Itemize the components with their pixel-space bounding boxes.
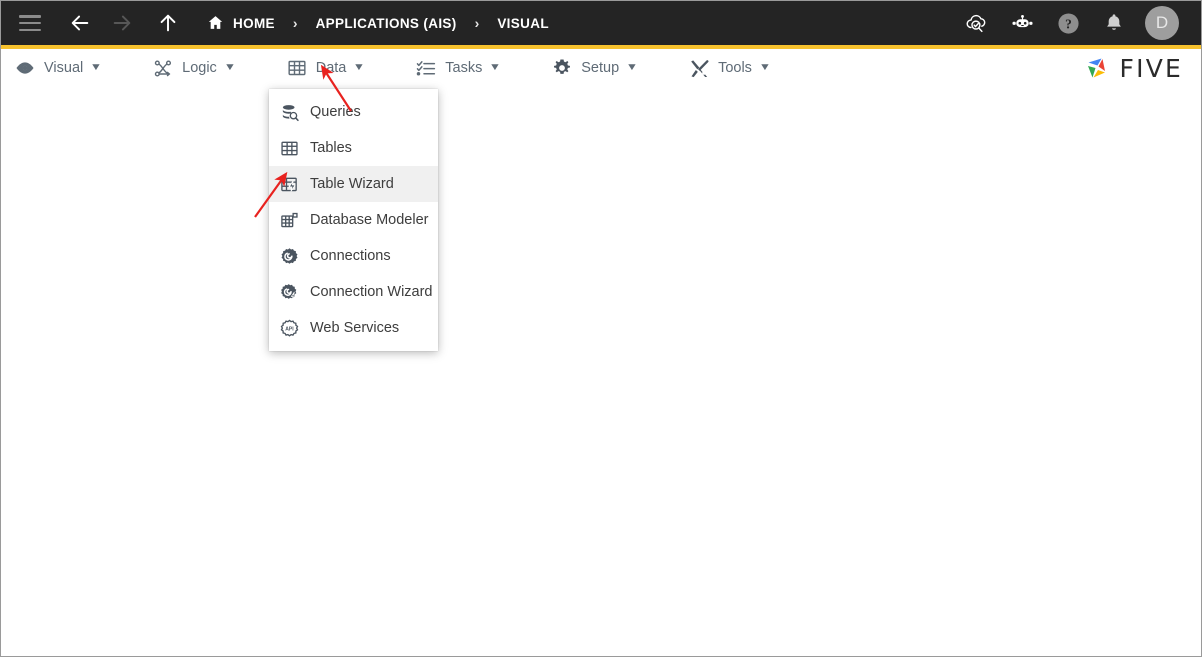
menu-option-label: Queries	[310, 104, 361, 120]
eye-icon	[15, 58, 35, 78]
help-icon[interactable]: ?	[1055, 10, 1081, 36]
breadcrumb-label-visual: VISUAL	[497, 16, 549, 31]
forward-arrow-icon[interactable]	[109, 10, 135, 36]
menu-option-label: Table Wizard	[310, 176, 394, 192]
hamburger-menu-icon[interactable]	[19, 15, 41, 31]
menu-item-data[interactable]: Data ▼	[287, 49, 379, 87]
header-right-group: ? D	[963, 6, 1187, 40]
menu-item-tools[interactable]: Tools ▼	[689, 49, 784, 87]
chevron-down-icon: ▼	[90, 63, 102, 73]
chevron-down-icon: ▼	[353, 63, 365, 73]
five-logo: FIVE	[1083, 53, 1183, 83]
menu-option-connections[interactable]: Connections	[269, 238, 438, 274]
chevron-down-icon: ▼	[626, 63, 638, 73]
api-gear-icon: API	[278, 317, 300, 339]
menu-option-connection-wizard[interactable]: Connection Wizard	[269, 274, 438, 310]
gear-icon	[552, 58, 572, 78]
table-grid-icon	[287, 58, 307, 78]
chevron-down-icon: ▼	[489, 63, 501, 73]
connection-wizard-icon	[278, 281, 300, 303]
chevron-down-icon: ▼	[759, 63, 771, 73]
breadcrumb: HOME › APPLICATIONS (AIS) › VISUAL	[207, 14, 549, 32]
menu-option-label: Tables	[310, 140, 352, 156]
breadcrumb-separator: ›	[475, 16, 480, 30]
breadcrumb-item-visual[interactable]: VISUAL	[497, 16, 549, 31]
up-arrow-icon[interactable]	[155, 10, 181, 36]
menu-item-visual[interactable]: Visual ▼	[15, 49, 115, 87]
back-arrow-icon[interactable]	[67, 10, 93, 36]
breadcrumb-item-home[interactable]: HOME	[207, 14, 275, 32]
menu-label-setup: Setup	[581, 60, 619, 76]
bell-icon[interactable]	[1101, 10, 1127, 36]
home-icon	[207, 14, 224, 31]
menu-label-tools: Tools	[718, 60, 752, 76]
menu-label-logic: Logic	[182, 60, 217, 76]
five-logo-mark	[1083, 53, 1113, 83]
breadcrumb-separator: ›	[293, 16, 298, 30]
menu-item-tasks[interactable]: Tasks ▼	[416, 49, 514, 87]
connection-icon	[278, 245, 300, 267]
logic-icon	[153, 58, 173, 78]
five-wordmark: FIVE	[1120, 54, 1183, 83]
svg-text:?: ?	[1065, 16, 1072, 31]
menu-option-tables[interactable]: Tables	[269, 130, 438, 166]
table-wizard-icon	[278, 173, 300, 195]
robot-icon[interactable]	[1009, 10, 1035, 36]
breadcrumb-item-applications[interactable]: APPLICATIONS (AIS)	[316, 16, 457, 31]
data-dropdown-menu: Queries Tables	[269, 89, 438, 351]
menu-option-table-wizard[interactable]: Table Wizard	[269, 166, 438, 202]
cloud-search-icon[interactable]	[963, 10, 989, 36]
avatar[interactable]: D	[1145, 6, 1179, 40]
main-canvas	[1, 88, 1201, 656]
breadcrumb-label-home: HOME	[233, 16, 275, 31]
tasks-icon	[416, 58, 436, 78]
menu-option-queries[interactable]: Queries	[269, 94, 438, 130]
breadcrumb-label-applications: APPLICATIONS (AIS)	[316, 16, 457, 31]
menu-label-data: Data	[316, 60, 347, 76]
chevron-down-icon: ▼	[224, 63, 236, 73]
menu-option-database-modeler[interactable]: Database Modeler	[269, 202, 438, 238]
application-window: HOME › APPLICATIONS (AIS) › VISUAL	[0, 0, 1202, 657]
menu-option-label: Database Modeler	[310, 212, 429, 228]
main-menu-bar: Visual ▼ Logic ▼	[1, 49, 1201, 87]
menu-label-tasks: Tasks	[445, 60, 482, 76]
menu-option-label: Connections	[310, 248, 391, 264]
menu-option-label: Web Services	[310, 320, 399, 336]
menu-item-logic[interactable]: Logic ▼	[153, 49, 249, 87]
svg-text:API: API	[285, 326, 294, 332]
tools-icon	[689, 58, 709, 78]
top-header-bar: HOME › APPLICATIONS (AIS) › VISUAL	[1, 1, 1201, 45]
header-left-group: HOME › APPLICATIONS (AIS) › VISUAL	[19, 10, 963, 36]
menu-option-web-services[interactable]: API Web Services	[269, 310, 438, 346]
table-grid-icon	[278, 137, 300, 159]
menu-label-visual: Visual	[44, 60, 83, 76]
menu-item-setup[interactable]: Setup ▼	[552, 49, 651, 87]
avatar-initial: D	[1156, 13, 1168, 33]
database-search-icon	[278, 101, 300, 123]
database-modeler-icon	[278, 209, 300, 231]
menu-option-label: Connection Wizard	[310, 284, 433, 300]
